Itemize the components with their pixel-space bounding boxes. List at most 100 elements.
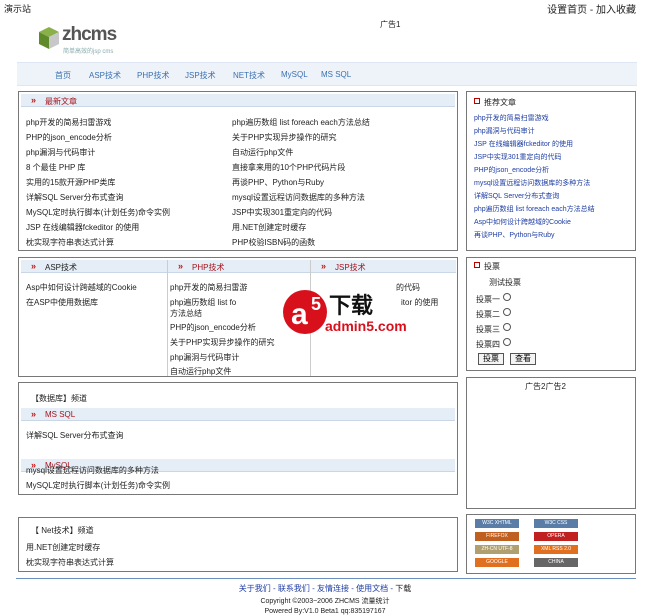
php-item[interactable]: 自动运行php文件 <box>170 366 231 377</box>
mssql-header: » MS SQL <box>21 408 455 421</box>
net-item[interactable]: 用.NET创建定时缓存 <box>26 542 100 553</box>
asp-title: ASP技术 <box>45 263 78 272</box>
w3c-xhtml-badge[interactable]: W3C XHTML <box>475 519 519 528</box>
logo-brand: zhcms <box>62 24 117 45</box>
latest-articles-panel: » 最新文章 php开发的简易扫雷游戏 PHP的json_encode分析 ph… <box>18 91 458 251</box>
footer-about-link[interactable]: 关于我们 <box>239 584 271 593</box>
latest-item[interactable]: 实用的15款开源PHP类库 <box>26 177 115 188</box>
latest-header: » 最新文章 <box>21 94 455 107</box>
vote-radio[interactable] <box>503 293 511 301</box>
nav-net[interactable]: NET技术 <box>233 70 265 81</box>
vote-title: 投票 <box>484 262 500 271</box>
square-bullet-icon <box>474 98 480 104</box>
latest-item[interactable]: 自动运行php文件 <box>232 147 293 158</box>
ad-2[interactable]: 广告2广告2 <box>525 381 566 392</box>
latest-item[interactable]: 枕实现字符串表达式计算 <box>26 237 114 248</box>
latest-item[interactable]: JSP中实现301重定向的代码 <box>232 207 332 218</box>
double-arrow-icon: » <box>321 261 327 271</box>
nav-mysql[interactable]: MySQL <box>281 70 308 79</box>
jsp-title: JSP技术 <box>335 263 366 272</box>
recommend-item[interactable]: JSP中实现301重定向的代码 <box>474 152 562 162</box>
vote-option-label: 投票二 <box>476 310 500 319</box>
ad-1[interactable]: 广告1 <box>380 19 400 30</box>
add-favorite-link[interactable]: 加入收藏 <box>596 5 636 16</box>
footer: 关于我们 - 联系我们 - 友情连接 - 使用文档 - 下载 Copyright… <box>0 583 650 615</box>
vote-radio[interactable] <box>503 323 511 331</box>
recommend-item[interactable]: 详解SQL Server分布式查询 <box>474 191 559 201</box>
category-panel: » ASP技术 Asp中如何设计跨越域的Cookie 在ASP中使用数据库 » PH… <box>18 257 458 377</box>
utf8-badge[interactable]: ZH-CN UTF-8 <box>475 545 519 554</box>
php-item[interactable]: php遍历数组 list fo <box>170 297 236 308</box>
latest-item[interactable]: 直接拿来用的10个PHP代码片段 <box>232 162 345 173</box>
recommend-item[interactable]: PHP的json_encode分析 <box>474 165 549 175</box>
vote-radio[interactable] <box>503 338 511 346</box>
recommend-item[interactable]: Asp中如何设计跨越域的Cookie <box>474 217 571 227</box>
footer-docs-link[interactable]: 使用文档 <box>356 584 388 593</box>
rss-badge[interactable]: XML RSS 2.0 <box>534 545 578 554</box>
php-item[interactable]: php开发的简易扫雷游 <box>170 282 247 293</box>
recommend-item[interactable]: php漏洞与代码审计 <box>474 126 535 136</box>
asp-header: » ASP技术 <box>21 260 167 273</box>
latest-item[interactable]: 关于PHP实现异步操作的研究 <box>232 132 336 143</box>
logo[interactable]: zhcms 简单高效的jsp cms <box>38 24 138 56</box>
watermark-site: admin5.com <box>325 318 407 334</box>
recommend-item[interactable]: mysql设置远程访问数据库的多种方法 <box>474 178 590 188</box>
w3c-css-badge[interactable]: W3C CSS <box>534 519 578 528</box>
footer-friends-link[interactable]: 友情连接 <box>317 584 349 593</box>
nav-php[interactable]: PHP技术 <box>137 70 169 81</box>
ad-2-panel: 广告2广告2 <box>466 377 636 509</box>
mssql-item[interactable]: 详解SQL Server分布式查询 <box>26 430 124 441</box>
footer-contact-link[interactable]: 联系我们 <box>278 584 310 593</box>
latest-item[interactable]: MySQL定时执行脚本(计划任务)命令实例 <box>26 207 170 218</box>
svg-text:a: a <box>291 298 308 331</box>
php-item[interactable]: PHP的json_encode分析 <box>170 322 256 333</box>
set-home-link[interactable]: 设置首页 <box>547 5 587 16</box>
vote-submit-button[interactable]: 投票 <box>478 353 504 365</box>
recommend-item[interactable]: php遍历数组 list foreach each方法总结 <box>474 204 595 214</box>
main-nav: 首页 ASP技术 PHP技术 JSP技术 NET技术 MySQL MS SQL <box>17 62 637 86</box>
recommend-panel: 推荐文章 php开发的简易扫雷游戏 php漏洞与代码审计 JSP 在线编辑器fc… <box>466 91 636 251</box>
net-item[interactable]: 枕实现字符串表达式计算 <box>26 557 114 568</box>
asp-column: » ASP技术 Asp中如何设计跨越域的Cookie 在ASP中使用数据库 <box>21 260 167 376</box>
china-badge[interactable]: CHINA <box>534 558 578 567</box>
recommend-item[interactable]: JSP 在线编辑器fckeditor 的使用 <box>474 139 573 149</box>
site-name: 演示站 <box>4 4 32 14</box>
svg-text:5: 5 <box>311 294 321 314</box>
php-header: » PHP技术 <box>168 260 310 273</box>
recommend-item[interactable]: php开发的简易扫雷游戏 <box>474 113 549 123</box>
latest-item[interactable]: php遍历数组 list foreach each方法总结 <box>232 117 370 128</box>
latest-item[interactable]: 8 个最佳 PHP 库 <box>26 162 85 173</box>
php-item[interactable]: php漏洞与代码审计 <box>170 352 239 363</box>
php-item[interactable]: 关于PHP实现异步操作的研究 <box>170 337 274 348</box>
latest-item[interactable]: 用.NET创建定时缓存 <box>232 222 306 233</box>
nav-home[interactable]: 首页 <box>55 70 71 81</box>
latest-item[interactable]: php漏洞与代码审计 <box>26 147 95 158</box>
vote-view-button[interactable]: 查看 <box>510 353 536 365</box>
asp-item[interactable]: 在ASP中使用数据库 <box>26 297 98 308</box>
nav-mssql[interactable]: MS SQL <box>321 70 351 79</box>
latest-item[interactable]: PHP校验ISBN码的函数 <box>232 237 315 248</box>
mssql-title: MS SQL <box>45 410 76 419</box>
square-bullet-icon <box>474 262 480 268</box>
php-item[interactable]: 方法总结 <box>170 308 202 319</box>
recommend-item[interactable]: 再谈PHP、Python与Ruby <box>474 230 555 240</box>
sitemap-badge[interactable]: GOOGLE SITEMAP <box>475 558 519 574</box>
footer-copyright: Copyright ©2003~2006 ZHCMS 流量统计 <box>260 598 390 605</box>
latest-item[interactable]: mysql设置远程访问数据库的多种方法 <box>232 192 365 203</box>
latest-item[interactable]: PHP的json_encode分析 <box>26 132 112 143</box>
vote-radio[interactable] <box>503 308 511 316</box>
logo-tagline: 简单高效的jsp cms <box>63 49 114 55</box>
php-title: PHP技术 <box>192 263 225 272</box>
latest-item[interactable]: JSP 在线编辑器fckeditor 的使用 <box>26 222 139 233</box>
opera-badge[interactable]: OPERA <box>534 532 578 541</box>
nav-jsp[interactable]: JSP技术 <box>185 70 216 81</box>
asp-item[interactable]: Asp中如何设计跨越域的Cookie <box>26 282 137 293</box>
latest-item[interactable]: 再谈PHP、Python与Ruby <box>232 177 324 188</box>
nav-asp[interactable]: ASP技术 <box>89 70 121 81</box>
mysql-item[interactable]: mysql设置远程访问数据库的多种方法 <box>26 465 159 476</box>
firefox-badge[interactable]: FIREFOX <box>475 532 519 541</box>
footer-download-link[interactable]: 下载 <box>395 584 411 593</box>
latest-item[interactable]: 详解SQL Server分布式查询 <box>26 192 124 203</box>
latest-item[interactable]: php开发的简易扫雷游戏 <box>26 117 111 128</box>
mysql-item[interactable]: MySQL定时执行脚本(计划任务)命令实例 <box>26 480 170 491</box>
